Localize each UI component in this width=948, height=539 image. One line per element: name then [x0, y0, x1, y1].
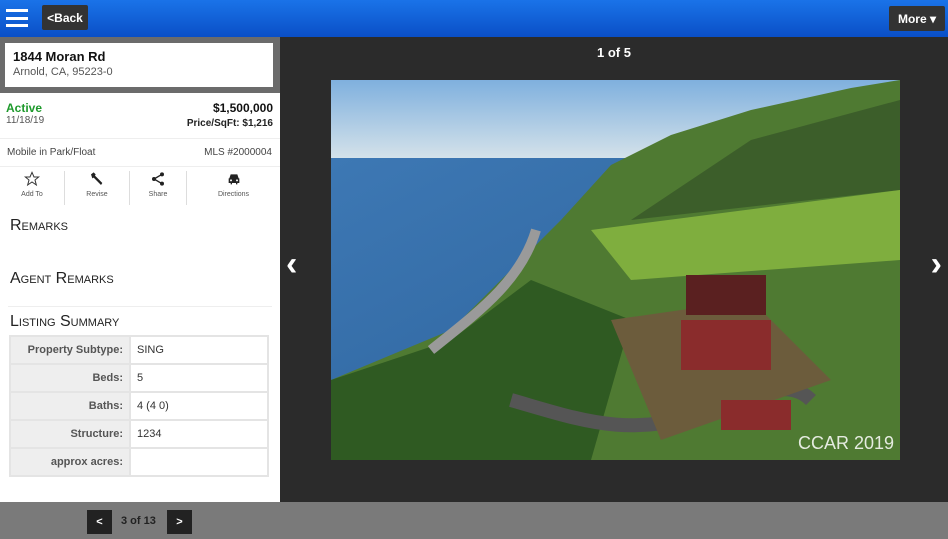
listing-summary-heading: Listing Summary	[10, 313, 120, 330]
hamburger-menu-icon[interactable]	[6, 9, 28, 27]
table-row: Property Subtype: SING	[9, 335, 269, 365]
photo-viewer: 1 of 5 CCAR 2019 ‹ ›	[280, 37, 948, 502]
watermark: CCAR 2019	[797, 433, 894, 453]
star-icon	[24, 171, 40, 187]
prev-photo-arrow-icon[interactable]: ‹	[286, 245, 297, 284]
row-label: approx acres:	[9, 447, 131, 477]
listing-panel: 1844 Moran Rd Arnold, CA, 95223-0 Active…	[0, 37, 280, 502]
address-card: 1844 Moran Rd Arnold, CA, 95223-0	[5, 43, 273, 87]
photo-counter: 1 of 5	[597, 45, 631, 60]
row-value: 4 (4 0)	[129, 391, 269, 421]
property-type: Mobile in Park/Float	[7, 147, 96, 158]
row-label: Beds:	[9, 363, 131, 393]
revise-button[interactable]: Revise	[65, 171, 130, 205]
row-label: Baths:	[9, 391, 131, 421]
row-value	[129, 447, 269, 477]
remarks-heading: Remarks	[10, 217, 69, 234]
price: $1,500,000	[212, 101, 273, 115]
mls-number: MLS #2000004	[204, 147, 272, 158]
price-per-sqft: Price/SqFt: $1,216	[186, 118, 273, 129]
row-value: SING	[129, 335, 269, 365]
street-address: 1844 Moran Rd	[13, 49, 106, 64]
back-button[interactable]: <Back	[42, 5, 88, 30]
revise-label: Revise	[86, 191, 108, 198]
prev-listing-button[interactable]: <	[87, 510, 112, 534]
city-address: Arnold, CA, 95223-0	[13, 66, 113, 78]
next-photo-arrow-icon[interactable]: ›	[931, 245, 942, 284]
coastal-house-image	[331, 80, 900, 460]
pager-bar: < 3 of 13 >	[0, 502, 948, 539]
row-value: 5	[129, 363, 269, 393]
more-button[interactable]: More ▾	[889, 6, 945, 31]
share-button[interactable]: Share	[130, 171, 187, 205]
next-listing-button[interactable]: >	[167, 510, 192, 534]
listing-date: 11/18/19	[6, 115, 45, 126]
directions-label: Directions	[217, 191, 250, 198]
row-label: Property Subtype:	[9, 335, 131, 365]
agent-remarks-heading: Agent Remarks	[10, 270, 114, 287]
table-row: approx acres:	[9, 447, 269, 477]
car-icon	[228, 174, 239, 185]
table-row: Beds: 5	[9, 363, 269, 393]
directions-button[interactable]: Directions	[187, 171, 280, 205]
listing-photo[interactable]: CCAR 2019	[331, 80, 900, 460]
wrench-icon	[91, 172, 103, 185]
listing-summary-table: Property Subtype: SING Beds: 5 Baths: 4 (4 …	[9, 335, 269, 477]
status-badge: Active	[6, 101, 43, 115]
share-label: Share	[148, 191, 168, 198]
row-value: 1234	[129, 419, 269, 449]
pager-text: 3 of 13	[121, 515, 156, 527]
top-bar: <Back More ▾	[0, 0, 948, 37]
row-label: Structure:	[9, 419, 131, 449]
add-to-label: Add To	[21, 191, 43, 198]
add-to-button[interactable]: Add To	[0, 171, 65, 205]
table-row: Baths: 4 (4 0)	[9, 391, 269, 421]
table-row: Structure: 1234	[9, 419, 269, 449]
share-icon	[152, 172, 164, 186]
